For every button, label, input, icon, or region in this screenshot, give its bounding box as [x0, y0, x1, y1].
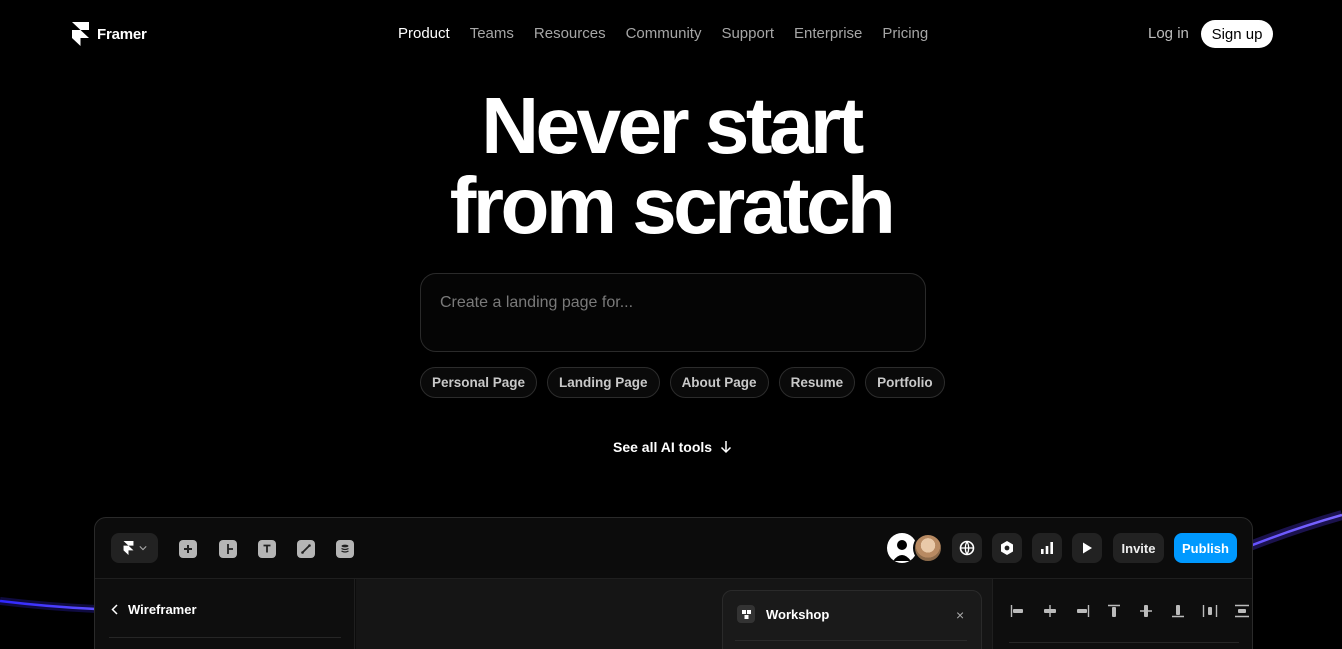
framer-logo-icon: [123, 541, 133, 555]
divider: [109, 637, 341, 638]
play-icon[interactable]: [1072, 533, 1102, 563]
align-center-horizontal-icon[interactable]: [1041, 603, 1059, 619]
prompt-input[interactable]: [440, 294, 900, 312]
settings-icon[interactable]: [992, 533, 1022, 563]
layers-panel: Wireframer: [95, 579, 355, 649]
distribute-horizontal-icon[interactable]: [1201, 603, 1219, 619]
workshop-title: Workshop: [766, 607, 830, 622]
glow-line-left: [0, 597, 96, 613]
chevron-left-icon: [111, 604, 118, 615]
avatar: [913, 533, 943, 563]
suggestion-chip-about-page[interactable]: About Page: [669, 367, 769, 398]
alignment-toolbar: [1009, 603, 1251, 619]
see-all-ai-tools-link[interactable]: See all AI tools: [613, 439, 732, 455]
signup-button[interactable]: Sign up: [1201, 20, 1273, 48]
nav-item-community[interactable]: Community: [626, 25, 702, 42]
back-button[interactable]: Wireframer: [111, 602, 197, 617]
collaborator-avatars[interactable]: [887, 533, 943, 563]
hero-title-line1: Never start: [481, 81, 864, 170]
hero-title: Never start from scratch: [0, 86, 1342, 246]
suggestion-chip-portfolio[interactable]: Portfolio: [865, 367, 945, 398]
suggestion-chip-resume[interactable]: Resume: [778, 367, 856, 398]
nav-item-support[interactable]: Support: [721, 25, 774, 42]
analytics-icon[interactable]: [1032, 533, 1062, 563]
suggestion-chip-landing-page[interactable]: Landing Page: [547, 367, 660, 398]
workshop-icon: [737, 605, 755, 623]
insert-icon[interactable]: [179, 540, 197, 558]
properties-panel: [992, 579, 1252, 649]
brand-name: Framer: [97, 25, 147, 43]
top-nav: Framer Product Teams Resources Community Sup…: [0, 0, 1342, 68]
divider: [735, 640, 967, 641]
nav-item-enterprise[interactable]: Enterprise: [794, 25, 862, 42]
editor-preview: Invite Publish Wireframer Workshop ×: [94, 517, 1253, 649]
nav-item-teams[interactable]: Teams: [470, 25, 514, 42]
workshop-panel: Workshop ×: [722, 590, 982, 649]
prompt-box[interactable]: [420, 273, 926, 352]
text-icon[interactable]: [258, 540, 276, 558]
see-all-ai-tools-label: See all AI tools: [613, 439, 713, 455]
invite-button[interactable]: Invite: [1113, 533, 1164, 563]
distribute-vertical-icon[interactable]: [1233, 603, 1251, 619]
main-menu: Product Teams Resources Community Support Ent…: [398, 25, 928, 42]
pen-icon[interactable]: [297, 540, 315, 558]
nav-item-pricing[interactable]: Pricing: [882, 25, 928, 42]
align-top-icon[interactable]: [1105, 603, 1123, 619]
publish-button[interactable]: Publish: [1174, 533, 1237, 563]
framer-logo[interactable]: Framer: [72, 22, 147, 46]
arrow-down-icon: [721, 441, 732, 454]
close-icon[interactable]: ×: [956, 607, 964, 623]
login-link[interactable]: Log in: [1148, 25, 1189, 42]
prompt-suggestions: Personal Page Landing Page About Page Resum…: [420, 367, 945, 398]
layout-icon[interactable]: [219, 540, 237, 558]
framer-logo-icon: [72, 22, 89, 46]
align-right-icon[interactable]: [1073, 603, 1091, 619]
suggestion-chip-personal-page[interactable]: Personal Page: [420, 367, 538, 398]
align-left-icon[interactable]: [1009, 603, 1027, 619]
panel-title: Wireframer: [128, 602, 197, 617]
divider: [1009, 642, 1239, 643]
nav-item-resources[interactable]: Resources: [534, 25, 606, 42]
align-bottom-icon[interactable]: [1169, 603, 1187, 619]
editor-toolbar: Invite Publish: [95, 518, 1252, 579]
project-menu-button[interactable]: [111, 533, 158, 563]
hero-title-line2: from scratch: [449, 161, 896, 250]
chevron-down-icon: [138, 546, 147, 551]
database-icon[interactable]: [336, 540, 354, 558]
globe-icon[interactable]: [952, 533, 982, 563]
glow-line-right: [1250, 510, 1342, 551]
nav-item-product[interactable]: Product: [398, 25, 450, 42]
align-center-vertical-icon[interactable]: [1137, 603, 1155, 619]
